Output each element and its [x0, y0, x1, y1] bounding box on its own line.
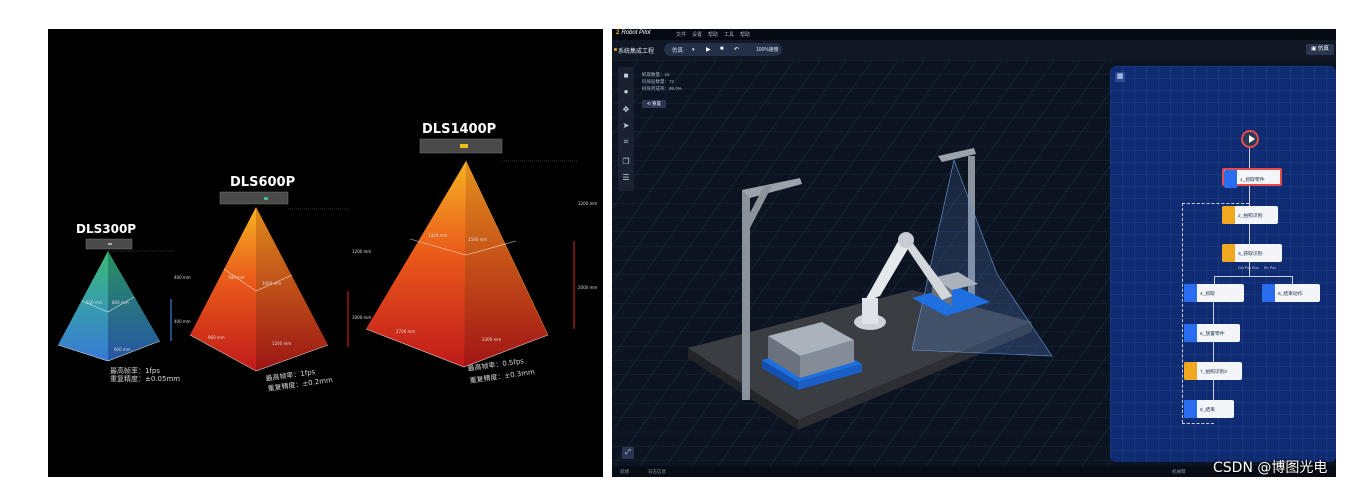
menu-tools[interactable]: 工具 [724, 31, 734, 38]
dim-label: 800 mm [112, 300, 129, 305]
dim-label: 960 mm [208, 335, 225, 340]
layers-icon[interactable]: ☰ [621, 173, 631, 183]
watermark: CSDN @博图光电 [1213, 460, 1328, 476]
cube-icon[interactable]: ■ [621, 71, 631, 81]
move-icon[interactable]: ✥ [621, 105, 631, 115]
pyramid-dls1400p-right-face [464, 161, 548, 367]
axis-icon[interactable]: ⌗ [621, 137, 631, 147]
camera-icon [1222, 206, 1235, 224]
product-title-dls1400p: DLS1400P [422, 122, 496, 137]
camera-led-icon [460, 144, 468, 148]
scene-info: 抓取数量：18 码垛层数量：72 码垛完成率：99.0% [642, 71, 682, 92]
branch-label: Run [1252, 266, 1259, 270]
dim-label: 600 mm [114, 347, 131, 352]
product-title-dls600p: DLS600P [230, 175, 295, 190]
monitor-icon: ▣ [1311, 46, 1318, 52]
robot-sim-window: 2 Robot Pilot 文件 设置 帮助 工具 帮助 系统集成工程 仿真 ▾ … [612, 29, 1336, 477]
product-title-dls300p: DLS300P [76, 222, 136, 236]
arrow-icon[interactable]: ➤ [621, 121, 631, 131]
undo-icon[interactable]: ↶ [734, 46, 739, 53]
dim-label: 1000 mm [262, 281, 281, 286]
scene-toolbar: ■ ● ✥ ➤ ⌗ ❐ ☰ [618, 67, 634, 191]
dim-label: 2000 mm [578, 285, 597, 290]
camera-icon [1184, 362, 1197, 380]
dim-label: 1400 mm [428, 233, 447, 238]
project-name[interactable]: 系统集成工程 [618, 46, 654, 55]
play-icon[interactable]: ▶ [706, 46, 711, 53]
project-status-dot [614, 48, 617, 51]
flow-node[interactable]: 8_结束 [1184, 400, 1234, 418]
menu-file[interactable]: 文件 [676, 31, 686, 38]
toolbar: 系统集成工程 仿真 ▾ ▶ ■ ↶ 100%速度 ▣ 仿真 [612, 40, 1336, 60]
title-bar: 2 Robot Pilot 文件 设置 帮助 工具 帮助 [612, 29, 1336, 40]
branch-label: Get Pos [1238, 266, 1251, 270]
camera-led-icon [264, 197, 268, 200]
sphere-icon[interactable]: ● [621, 87, 631, 97]
dim-label: 1200 mm [272, 341, 291, 346]
status-log[interactable]: 日志信息 [648, 469, 666, 475]
menu-help[interactable]: 帮助 [708, 31, 718, 38]
pyramid-dls600p-left-face [190, 207, 256, 371]
dim-label: 580 mm [228, 275, 245, 280]
robot-icon [1184, 400, 1197, 418]
flow-start-node[interactable] [1241, 130, 1259, 148]
branch-label: Err Pos [1264, 266, 1276, 270]
menu-help-2[interactable]: 帮助 [740, 31, 750, 38]
robot-icon [1224, 170, 1237, 188]
spec-line: 重复精度：±0.05mm [110, 374, 180, 383]
run-mode-select[interactable]: 仿真 [672, 46, 683, 54]
info-line: 抓取数量：18 [642, 72, 670, 77]
menu-settings[interactable]: 设置 [692, 31, 702, 38]
spec-line: 最高帧率：1fps [110, 366, 160, 375]
run-controls: 仿真 ▾ ▶ ■ ↶ 100%速度 [664, 43, 782, 56]
pyramid-diagram: DLS300P 400 mm 400 mm 550 mm 800 mm 600 … [57, 122, 597, 393]
info-line: 码垛层数量：72 [642, 79, 675, 84]
robot-icon [1184, 284, 1197, 302]
dim-label: 400 mm [174, 275, 191, 280]
camera-dls600p-icon [219, 191, 289, 205]
camera-icon [1222, 244, 1235, 262]
camera-lens-icon [108, 243, 112, 245]
pyramid-dls300p-right-face [108, 251, 160, 361]
simulation-button[interactable]: ▣ 仿真 [1306, 44, 1334, 55]
robot-icon [1262, 284, 1275, 302]
flow-node[interactable]: 5_结束动作 [1262, 284, 1320, 302]
copy-icon[interactable]: ❐ [621, 157, 631, 167]
run-speed[interactable]: 100%速度 [756, 46, 779, 53]
dim-label: 1000 mm [352, 315, 371, 320]
flow-node[interactable]: 2_拍照识别 [1222, 206, 1278, 224]
stop-icon[interactable]: ■ [720, 46, 724, 52]
status-ready: 就绪 [620, 469, 629, 474]
dim-label: 2700 mm [396, 329, 415, 334]
dim-label: 550 mm [86, 300, 103, 305]
floor-grid [612, 60, 1112, 466]
flow-node[interactable]: 7_拍照识别2 [1184, 362, 1242, 380]
flow-node[interactable]: 6_放置零件 [1184, 324, 1240, 342]
info-line: 码垛完成率：99.0% [642, 86, 682, 91]
flow-panel: ▦ 1_抓取零件 2_拍照识别 3_获取识别 Get Pos Run Err P… [1110, 66, 1336, 462]
flow-node[interactable]: 3_获取识别 [1222, 244, 1282, 262]
dim-label: 1200 mm [352, 249, 371, 254]
dim-label: 1500 mm [468, 237, 487, 242]
chevron-down-icon[interactable]: ▾ [692, 47, 695, 53]
grid-icon[interactable]: ▦ [1115, 72, 1125, 82]
robot-arm [862, 298, 878, 324]
3d-scene[interactable] [612, 60, 1112, 466]
status-robot: 机械臂 [1172, 469, 1186, 474]
flow-node[interactable]: 4_抓取 [1184, 284, 1244, 302]
dim-label: 3300 mm [482, 337, 501, 342]
pyramid-dls300p-left-face [58, 251, 108, 361]
expand-icon[interactable]: ⤢ [622, 447, 634, 459]
app-brand: 2 Robot Pilot [616, 30, 651, 36]
dim-label: 400 mm [174, 319, 191, 324]
reset-button[interactable]: ⟲ 重置 [642, 100, 666, 108]
flow-node[interactable]: 1_抓取零件 [1222, 168, 1282, 188]
pyramid-dls600p-right-face [256, 207, 328, 371]
robot-icon [1184, 324, 1197, 342]
dim-label: 1200 mm [578, 201, 597, 206]
product-illustration: DLS300P 400 mm 400 mm 550 mm 800 mm 600 … [48, 29, 603, 477]
